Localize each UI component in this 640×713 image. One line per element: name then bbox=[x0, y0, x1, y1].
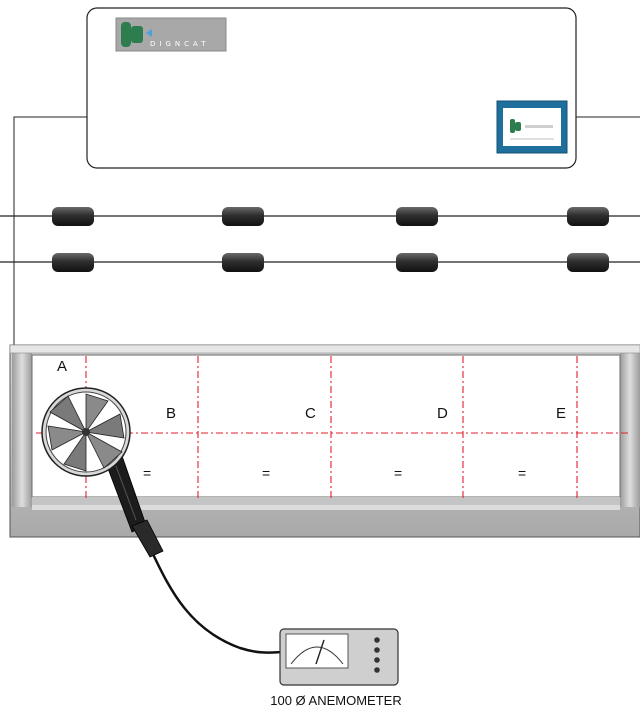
anemometer-diagram: DIGNCAT A B C D E = = = = 100 Ø ANEMOMET… bbox=[0, 7, 640, 708]
damper bbox=[567, 207, 609, 226]
meter-caption: 100 Ø ANEMOMETER bbox=[270, 693, 401, 708]
equal-mark: = bbox=[143, 465, 151, 481]
damper-rail-upper bbox=[0, 207, 640, 226]
brand-logo-text: DIGNCAT bbox=[150, 40, 210, 48]
damper-rail-lower bbox=[0, 253, 640, 272]
zone-label-d: D bbox=[437, 405, 448, 422]
anemometer-vane-icon bbox=[41, 387, 131, 477]
damper bbox=[52, 253, 94, 272]
cabinet-unit: DIGNCAT bbox=[86, 7, 577, 169]
damper bbox=[396, 207, 438, 226]
damper bbox=[52, 207, 94, 226]
damper bbox=[396, 253, 438, 272]
anemometer-meter bbox=[279, 628, 399, 686]
zone-label-b: B bbox=[166, 405, 176, 422]
zone-label-e: E bbox=[556, 405, 566, 422]
equal-mark: = bbox=[394, 465, 402, 481]
zone-label-c: C bbox=[305, 405, 316, 422]
probe-cable bbox=[150, 551, 285, 654]
control-panel-screen bbox=[496, 100, 568, 154]
damper bbox=[222, 207, 264, 226]
damper bbox=[567, 253, 609, 272]
equal-mark: = bbox=[518, 465, 526, 481]
damper bbox=[222, 253, 264, 272]
equal-mark: = bbox=[262, 465, 270, 481]
brand-logo: DIGNCAT bbox=[115, 17, 227, 52]
zone-label-a: A bbox=[57, 358, 67, 375]
